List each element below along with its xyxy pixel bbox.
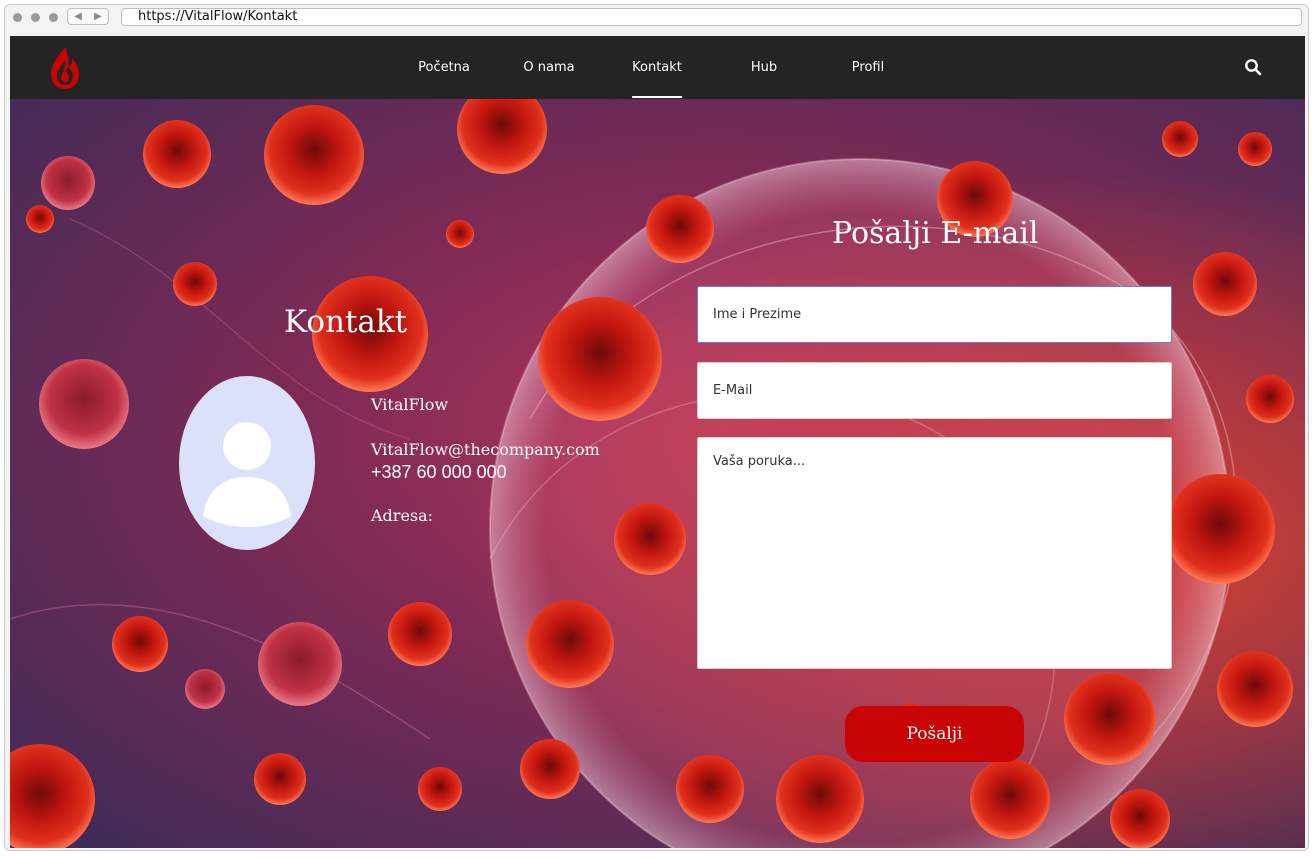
nav-item-profil[interactable]: Profil (852, 60, 884, 75)
history-nav: ◀ ▶ (67, 8, 109, 25)
email-field[interactable] (697, 362, 1172, 419)
address-bar[interactable]: https://VitalFlow/Kontakt (121, 8, 1302, 26)
contact-email[interactable]: VitalFlow@thecompany.com (371, 440, 600, 459)
window-close-dot[interactable] (13, 13, 22, 22)
hero-section: Kontakt VitalFlow VitalFlow@thecompany.c… (10, 99, 1305, 848)
send-button[interactable]: Pošalji (845, 706, 1024, 762)
nav-item-o-nama[interactable]: O nama (523, 60, 574, 75)
nav-links: Početna O nama Kontakt Hub Profil (10, 36, 1305, 99)
email-form-heading: Pošalji E-mail (832, 216, 1039, 251)
address-label: Adresa: (371, 506, 434, 525)
window-minimize-dot[interactable] (31, 13, 40, 22)
web-page: Početna O nama Kontakt Hub Profil Kontak… (10, 36, 1305, 848)
top-navigation: Početna O nama Kontakt Hub Profil (10, 36, 1305, 99)
message-field[interactable] (697, 437, 1172, 669)
browser-toolbar: ◀ ▶ https://VitalFlow/Kontakt (5, 5, 1308, 33)
nav-item-pocetna[interactable]: Početna (418, 60, 470, 75)
name-field[interactable] (697, 286, 1172, 343)
contact-heading: Kontakt (284, 304, 408, 340)
browser-window: ◀ ▶ https://VitalFlow/Kontakt Početna O … (4, 4, 1309, 851)
company-name: VitalFlow (371, 395, 449, 414)
nav-item-hub[interactable]: Hub (751, 60, 777, 75)
nav-item-kontakt[interactable]: Kontakt (632, 60, 682, 98)
forward-arrow-icon[interactable]: ▶ (94, 11, 102, 22)
search-icon[interactable] (1244, 58, 1262, 76)
window-zoom-dot[interactable] (49, 13, 58, 22)
avatar (179, 376, 315, 550)
back-arrow-icon[interactable]: ◀ (74, 11, 82, 22)
contact-phone[interactable]: +387 60 000 000 (371, 462, 507, 483)
